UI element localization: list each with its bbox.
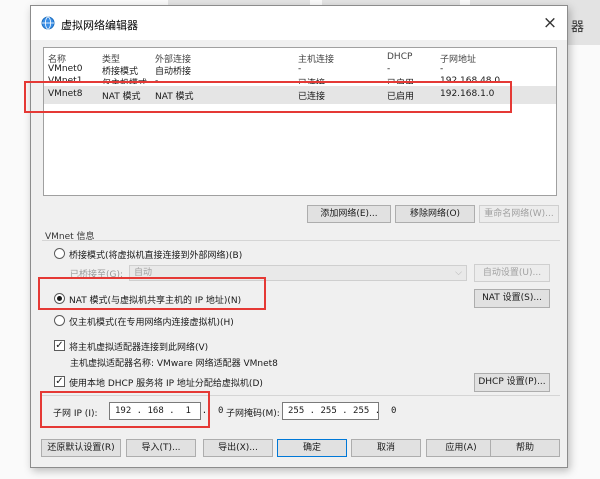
host-only-label[interactable]: 仅主机模式(在专用网络内连接虚拟机)(H) [69,315,234,328]
apply-button[interactable]: 应用(A) [426,439,496,457]
restore-defaults-button[interactable]: 还原默认设置(R) [41,439,121,457]
highlight-vmnet8-row [24,81,512,113]
window-title: 虚拟网络编辑器 [61,19,138,32]
use-dhcp-label[interactable]: 使用本地 DHCP 服务将 IP 地址分配给虚拟机(D) [69,376,263,389]
network-list[interactable]: 名称 类型 外部连接 主机连接 DHCP 子网地址 VMnet0 桥接模式 自动… [43,47,557,196]
bridged-label[interactable]: 桥接模式(将虚拟机直接连接到外部网络)(B) [69,248,242,261]
export-button[interactable]: 导出(X)... [203,439,273,457]
cancel-button[interactable]: 取消 [351,439,421,457]
chevron-down-icon: ⌵ [455,268,462,278]
connect-adapter-checkbox[interactable]: ✓ [54,340,65,351]
use-dhcp-checkbox[interactable]: ✓ [54,376,65,387]
help-button[interactable]: 帮助 [490,439,560,457]
cell-subnet: - [440,64,444,74]
highlight-nat-mode [38,277,266,310]
close-icon[interactable]: × [538,11,562,35]
column-header-dhcp[interactable]: DHCP [387,52,412,62]
remove-network-button[interactable]: 移除网络(O) [395,205,475,223]
adapter-name-text: 主机虚拟适配器名称: VMware 网络适配器 VMnet8 [70,359,278,369]
rename-network-button[interactable]: 重命名网络(W)... [479,205,559,223]
host-only-radio[interactable] [54,315,65,326]
ok-button[interactable]: 确定 [277,439,347,457]
subnet-mask-label: 子网掩码(M): [226,409,280,419]
auto-settings-button[interactable]: 自动设置(U)... [474,264,550,282]
highlight-subnet-ip [40,391,210,428]
import-button[interactable]: 导入(T)... [126,439,196,457]
cell-dhcp: - [387,64,391,74]
bridged-radio[interactable] [54,248,65,259]
nat-settings-button[interactable]: NAT 设置(S)... [474,289,550,308]
dhcp-settings-button[interactable]: DHCP 设置(P)... [474,373,550,392]
background-text: 器 [571,20,585,35]
add-network-button[interactable]: 添加网络(E)... [307,205,391,223]
subnet-mask-input[interactable]: 255 . 255 . 255 . 0 [282,402,396,420]
globe-icon [41,16,55,33]
table-row[interactable]: VMnet0 桥接模式 自动桥接 - - - [44,64,556,77]
cell-host: - [298,64,302,74]
title-bar: 虚拟网络编辑器 × [31,6,567,40]
connect-adapter-label[interactable]: 将主机虚拟适配器连接到此网络(V) [69,340,208,353]
cell-name: VMnet0 [48,64,83,74]
group-divider [42,240,560,241]
